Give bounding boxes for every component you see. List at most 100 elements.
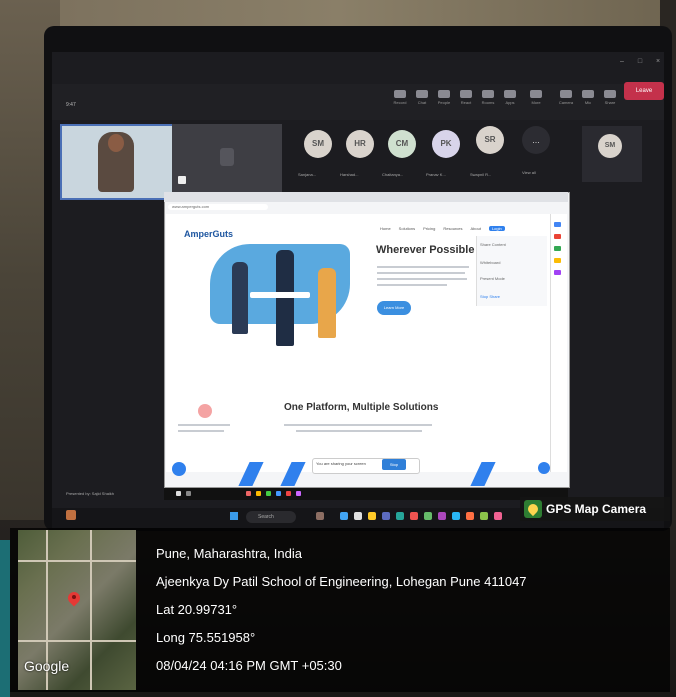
- panel-item[interactable]: Share Content: [480, 242, 506, 247]
- taskbar-icon[interactable]: [286, 491, 291, 496]
- help-widget-icon[interactable]: [538, 462, 550, 474]
- hero-text-line: [377, 272, 465, 274]
- mic-icon: [582, 90, 594, 98]
- chat-icon: [416, 90, 428, 98]
- participant-avatar[interactable]: SM: [304, 130, 332, 158]
- window-controls[interactable]: – □ ×: [620, 58, 666, 65]
- taskbar-app-icon[interactable]: [382, 512, 390, 520]
- browser-tab-bar: [164, 192, 568, 202]
- people-button[interactable]: People: [436, 90, 452, 105]
- stop-sharing-button[interactable]: Stop: [382, 459, 406, 470]
- taskbar-app-icon[interactable]: [438, 512, 446, 520]
- camera-off-icon: [220, 148, 234, 166]
- illustration-figure: [276, 250, 294, 346]
- taskbar-app-icon[interactable]: [316, 512, 324, 520]
- apps-icon: [504, 90, 516, 98]
- camera-icon: [560, 90, 572, 98]
- taskbar-app-icon[interactable]: [494, 512, 502, 520]
- nav-link[interactable]: Home: [380, 226, 391, 231]
- taskbar-icon[interactable]: [276, 491, 281, 496]
- taskbar-app-icon[interactable]: [368, 512, 376, 520]
- section-text-line: [296, 430, 422, 432]
- illustration-figure: [318, 268, 336, 338]
- sidebar-icon[interactable]: [554, 234, 561, 239]
- panel-item[interactable]: Stop Share: [480, 294, 500, 299]
- taskbar-app-icon[interactable]: [424, 512, 432, 520]
- nav-link[interactable]: About: [471, 226, 481, 231]
- taskbar-app-icon[interactable]: [396, 512, 404, 520]
- mic-badge-icon: [178, 176, 186, 184]
- nav-link[interactable]: Resources: [443, 226, 462, 231]
- sidebar-icon[interactable]: [554, 258, 561, 263]
- panel-item[interactable]: Present Mode: [480, 276, 505, 281]
- rooms-icon: [482, 90, 494, 98]
- participant-avatar[interactable]: PK: [432, 130, 460, 158]
- presenter-label: Presented by: Sajid Shaikh: [66, 491, 115, 496]
- nav-link[interactable]: Pricing: [423, 226, 435, 231]
- taskbar-app-icon[interactable]: [480, 512, 488, 520]
- participant-avatar[interactable]: CM: [388, 130, 416, 158]
- shared-taskbar: [164, 488, 568, 500]
- taskbar-icon[interactable]: [186, 491, 191, 496]
- hero-text-line: [377, 266, 469, 268]
- google-logo: Google: [24, 658, 70, 674]
- participant-name: Pranav K...: [426, 172, 446, 177]
- more-button[interactable]: More: [528, 90, 544, 105]
- windows-start-icon[interactable]: [230, 512, 238, 520]
- taskbar-app-icon[interactable]: [340, 512, 348, 520]
- meeting-timer: 9:47: [66, 102, 76, 108]
- record-icon: [394, 90, 406, 98]
- participant-avatar: SM: [598, 134, 622, 158]
- taskbar-icon[interactable]: [246, 491, 251, 496]
- record-button[interactable]: Record: [392, 90, 408, 105]
- sidebar-icon[interactable]: [554, 222, 561, 227]
- weather-icon[interactable]: [66, 510, 76, 520]
- site-nav: Home Solutions Pricing Resources About L…: [380, 226, 505, 231]
- illustration-desk: [250, 292, 310, 298]
- nav-link[interactable]: Solutions: [399, 226, 415, 231]
- sidebar-icon[interactable]: [554, 270, 561, 275]
- leave-button[interactable]: Leave: [624, 82, 664, 100]
- taskbar-app-icon[interactable]: [466, 512, 474, 520]
- taskbar-app-icon[interactable]: [354, 512, 362, 520]
- camera-button[interactable]: Camera: [558, 90, 574, 105]
- participant-face: [108, 134, 124, 152]
- taskbar-search[interactable]: Search: [246, 511, 296, 523]
- taskbar-icon[interactable]: [266, 491, 271, 496]
- illustration-figure: [232, 262, 248, 334]
- sidebar-icon[interactable]: [554, 246, 561, 251]
- learn-more-button[interactable]: Learn More: [377, 301, 411, 315]
- taskbar-app-icon[interactable]: [410, 512, 418, 520]
- participant-name: Harshad...: [340, 172, 359, 177]
- more-participants-button[interactable]: ...: [522, 126, 550, 154]
- rooms-button[interactable]: Rooms: [480, 90, 496, 105]
- share-icon: [604, 90, 616, 98]
- login-button[interactable]: Login: [488, 226, 505, 231]
- share-button[interactable]: Share: [602, 90, 618, 105]
- browser-sidebar: [550, 214, 567, 472]
- taskbar-icon[interactable]: [256, 491, 261, 496]
- location-datetime: 08/04/24 04:16 PM GMT +05:30: [156, 658, 342, 673]
- location-pin-dot: [72, 595, 76, 599]
- apps-button[interactable]: Apps: [502, 90, 518, 105]
- map-road: [18, 560, 136, 562]
- react-icon: [460, 90, 472, 98]
- chat-button[interactable]: Chat: [414, 90, 430, 105]
- hero-text-line: [377, 278, 467, 280]
- mic-button[interactable]: Mic: [580, 90, 596, 105]
- participant-name: Sanjana...: [298, 172, 317, 177]
- location-address: Ajeenkya Dy Patil School of Engineering,…: [156, 574, 527, 589]
- participant-name: Swapnil R...: [470, 172, 492, 177]
- browser-url: www.amperguts.com: [172, 204, 210, 209]
- card-text-line: [178, 424, 230, 426]
- panel-item[interactable]: Whiteboard: [480, 260, 500, 265]
- taskbar-icon[interactable]: [176, 491, 181, 496]
- participant-avatar[interactable]: SR: [476, 126, 504, 154]
- taskbar-app-icon[interactable]: [452, 512, 460, 520]
- chat-widget-icon[interactable]: [172, 462, 186, 476]
- react-button[interactable]: React: [458, 90, 474, 105]
- taskbar-icon[interactable]: [296, 491, 301, 496]
- participant-avatar[interactable]: HR: [346, 130, 374, 158]
- site-logo[interactable]: AmperGuts: [184, 229, 233, 239]
- coin-icon: [198, 404, 212, 418]
